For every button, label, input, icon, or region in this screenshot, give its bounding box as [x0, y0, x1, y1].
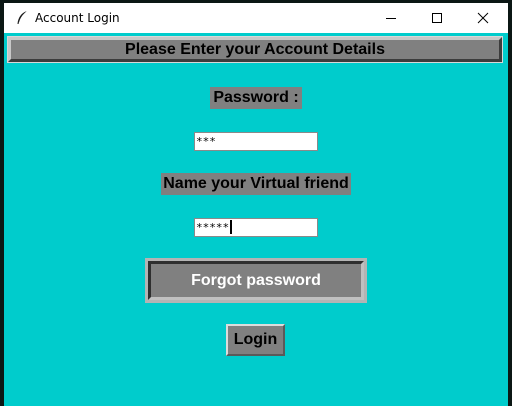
- virtual-friend-field[interactable]: *****: [194, 218, 318, 237]
- password-field[interactable]: ***: [194, 132, 318, 151]
- close-button[interactable]: [460, 3, 506, 33]
- password-field-value: ***: [196, 135, 216, 148]
- forgot-password-button[interactable]: Forgot password: [145, 258, 367, 303]
- virtual-friend-label: Name your Virtual friend: [161, 173, 351, 195]
- close-icon: [477, 12, 489, 24]
- window-title: Account Login: [35, 11, 120, 25]
- text-cursor: [230, 220, 233, 234]
- maximize-icon: [432, 13, 442, 23]
- forgot-password-label: Forgot password: [148, 261, 364, 300]
- header-banner: Please Enter your Account Details: [7, 36, 503, 63]
- password-label: Password :: [210, 87, 302, 109]
- title-bar[interactable]: Account Login: [4, 3, 508, 33]
- feather-icon: [15, 10, 29, 26]
- minimize-button[interactable]: [368, 3, 414, 33]
- virtual-friend-field-value: *****: [196, 221, 230, 234]
- login-button[interactable]: Login: [226, 324, 285, 356]
- app-window: Account Login Please Enter your Account …: [4, 3, 508, 406]
- minimize-icon: [386, 18, 396, 19]
- maximize-button[interactable]: [414, 3, 460, 33]
